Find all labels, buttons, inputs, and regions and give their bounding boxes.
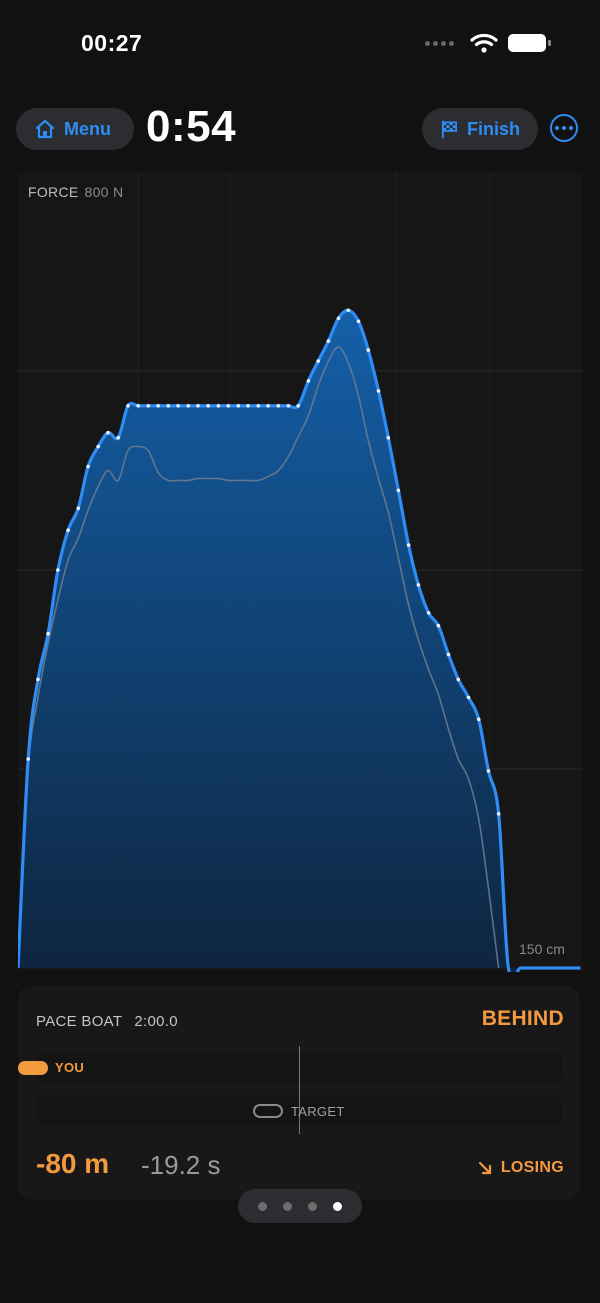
force-sample-point (106, 430, 110, 435)
force-sample-point (226, 404, 230, 408)
force-sample-point (316, 359, 321, 363)
force-sample-point (426, 611, 431, 615)
you-boat-icon (18, 1061, 48, 1075)
gap-distance: -80 m (36, 1148, 110, 1179)
force-sample-point (456, 677, 461, 682)
menu-button[interactable]: Menu (16, 108, 134, 150)
force-sample-point (376, 389, 381, 393)
wifi-icon (470, 33, 498, 53)
force-sample-point (236, 404, 241, 408)
force-sample-point (56, 568, 60, 572)
page-dot[interactable] (258, 1201, 267, 1211)
force-sample-point (396, 488, 401, 493)
force-sample-point (306, 379, 311, 383)
force-sample-point (36, 677, 40, 682)
force-sample-point (476, 717, 481, 722)
force-sample-point (86, 464, 90, 469)
force-curve-chart (18, 172, 583, 972)
force-sample-point (196, 404, 200, 408)
force-sample-point (276, 404, 281, 408)
force-curve-svg (18, 172, 583, 972)
home-icon (35, 119, 55, 139)
page-dot[interactable] (308, 1201, 317, 1211)
force-sample-point (346, 308, 351, 313)
target-label: TARGET (291, 1104, 345, 1119)
trend-indicator: LOSING (477, 1159, 564, 1177)
trend-down-icon (478, 1161, 491, 1175)
force-sample-point (446, 652, 451, 657)
force-sample-point (296, 404, 301, 408)
page-dot[interactable] (283, 1201, 292, 1211)
force-sample-point (256, 404, 261, 408)
force-sample-point (496, 812, 501, 816)
force-sample-point (216, 404, 221, 408)
toolbar: Menu 0:54 Finish (0, 100, 600, 160)
force-axis-max: 800 N (84, 184, 124, 200)
elapsed-time: 0:54 (146, 102, 237, 151)
force-sample-point (386, 435, 391, 440)
force-sample-point (176, 404, 180, 408)
force-axis-title: FORCE (28, 184, 79, 200)
pace-status-badge: BEHIND (481, 1007, 564, 1030)
target-boat-icon (253, 1104, 283, 1118)
page-indicator[interactable] (238, 1189, 362, 1223)
status-time: 00:27 (81, 30, 143, 56)
force-sample-point (166, 404, 171, 408)
pace-boat-header: PACE BOAT 2:00.0 (36, 1013, 178, 1030)
force-sample-point (186, 404, 191, 408)
force-sample-point (96, 444, 100, 449)
force-sample-point (366, 348, 371, 352)
force-sample-point (486, 769, 491, 773)
status-bar: 00:27 (0, 0, 600, 90)
force-sample-point (416, 583, 421, 587)
cellular-signal-icon (425, 40, 454, 46)
status-icons (425, 32, 551, 54)
force-sample-point (116, 435, 120, 440)
pace-boat-time: 2:00.0 (134, 1013, 178, 1030)
force-sample-point (286, 404, 291, 408)
pace-boat-label: PACE BOAT (36, 1013, 123, 1030)
force-sample-point (246, 404, 250, 408)
force-sample-point (336, 316, 341, 321)
force-sample-point (66, 528, 70, 532)
force-sample-point (46, 631, 50, 636)
trend-label: LOSING (500, 1159, 564, 1176)
you-label: YOU (55, 1060, 85, 1075)
force-sample-point (266, 404, 270, 408)
finish-button-label: Finish (467, 118, 520, 139)
position-marker-line (299, 1046, 300, 1134)
force-sample-point (206, 404, 210, 408)
more-options-icon[interactable] (550, 114, 578, 142)
force-sample-point (356, 319, 361, 324)
force-sample-point (126, 404, 130, 408)
stroke-length-label: 150 cm (519, 941, 565, 957)
finish-flag-icon (441, 120, 458, 139)
force-axis-label: FORCE 800 N (28, 184, 123, 200)
force-sample-point (146, 404, 151, 408)
force-sample-point (156, 404, 160, 408)
menu-button-label: Menu (64, 118, 111, 139)
page-dot[interactable] (333, 1201, 342, 1211)
gap-time: -19.2 s (141, 1150, 221, 1180)
finish-button[interactable]: Finish (422, 108, 538, 150)
force-sample-point (466, 695, 471, 700)
force-sample-point (26, 757, 30, 761)
force-sample-point (76, 506, 81, 511)
force-sample-point (326, 339, 331, 343)
battery-icon (508, 34, 551, 52)
force-sample-point (136, 404, 140, 408)
force-sample-point (436, 623, 441, 628)
force-sample-point (406, 543, 411, 547)
